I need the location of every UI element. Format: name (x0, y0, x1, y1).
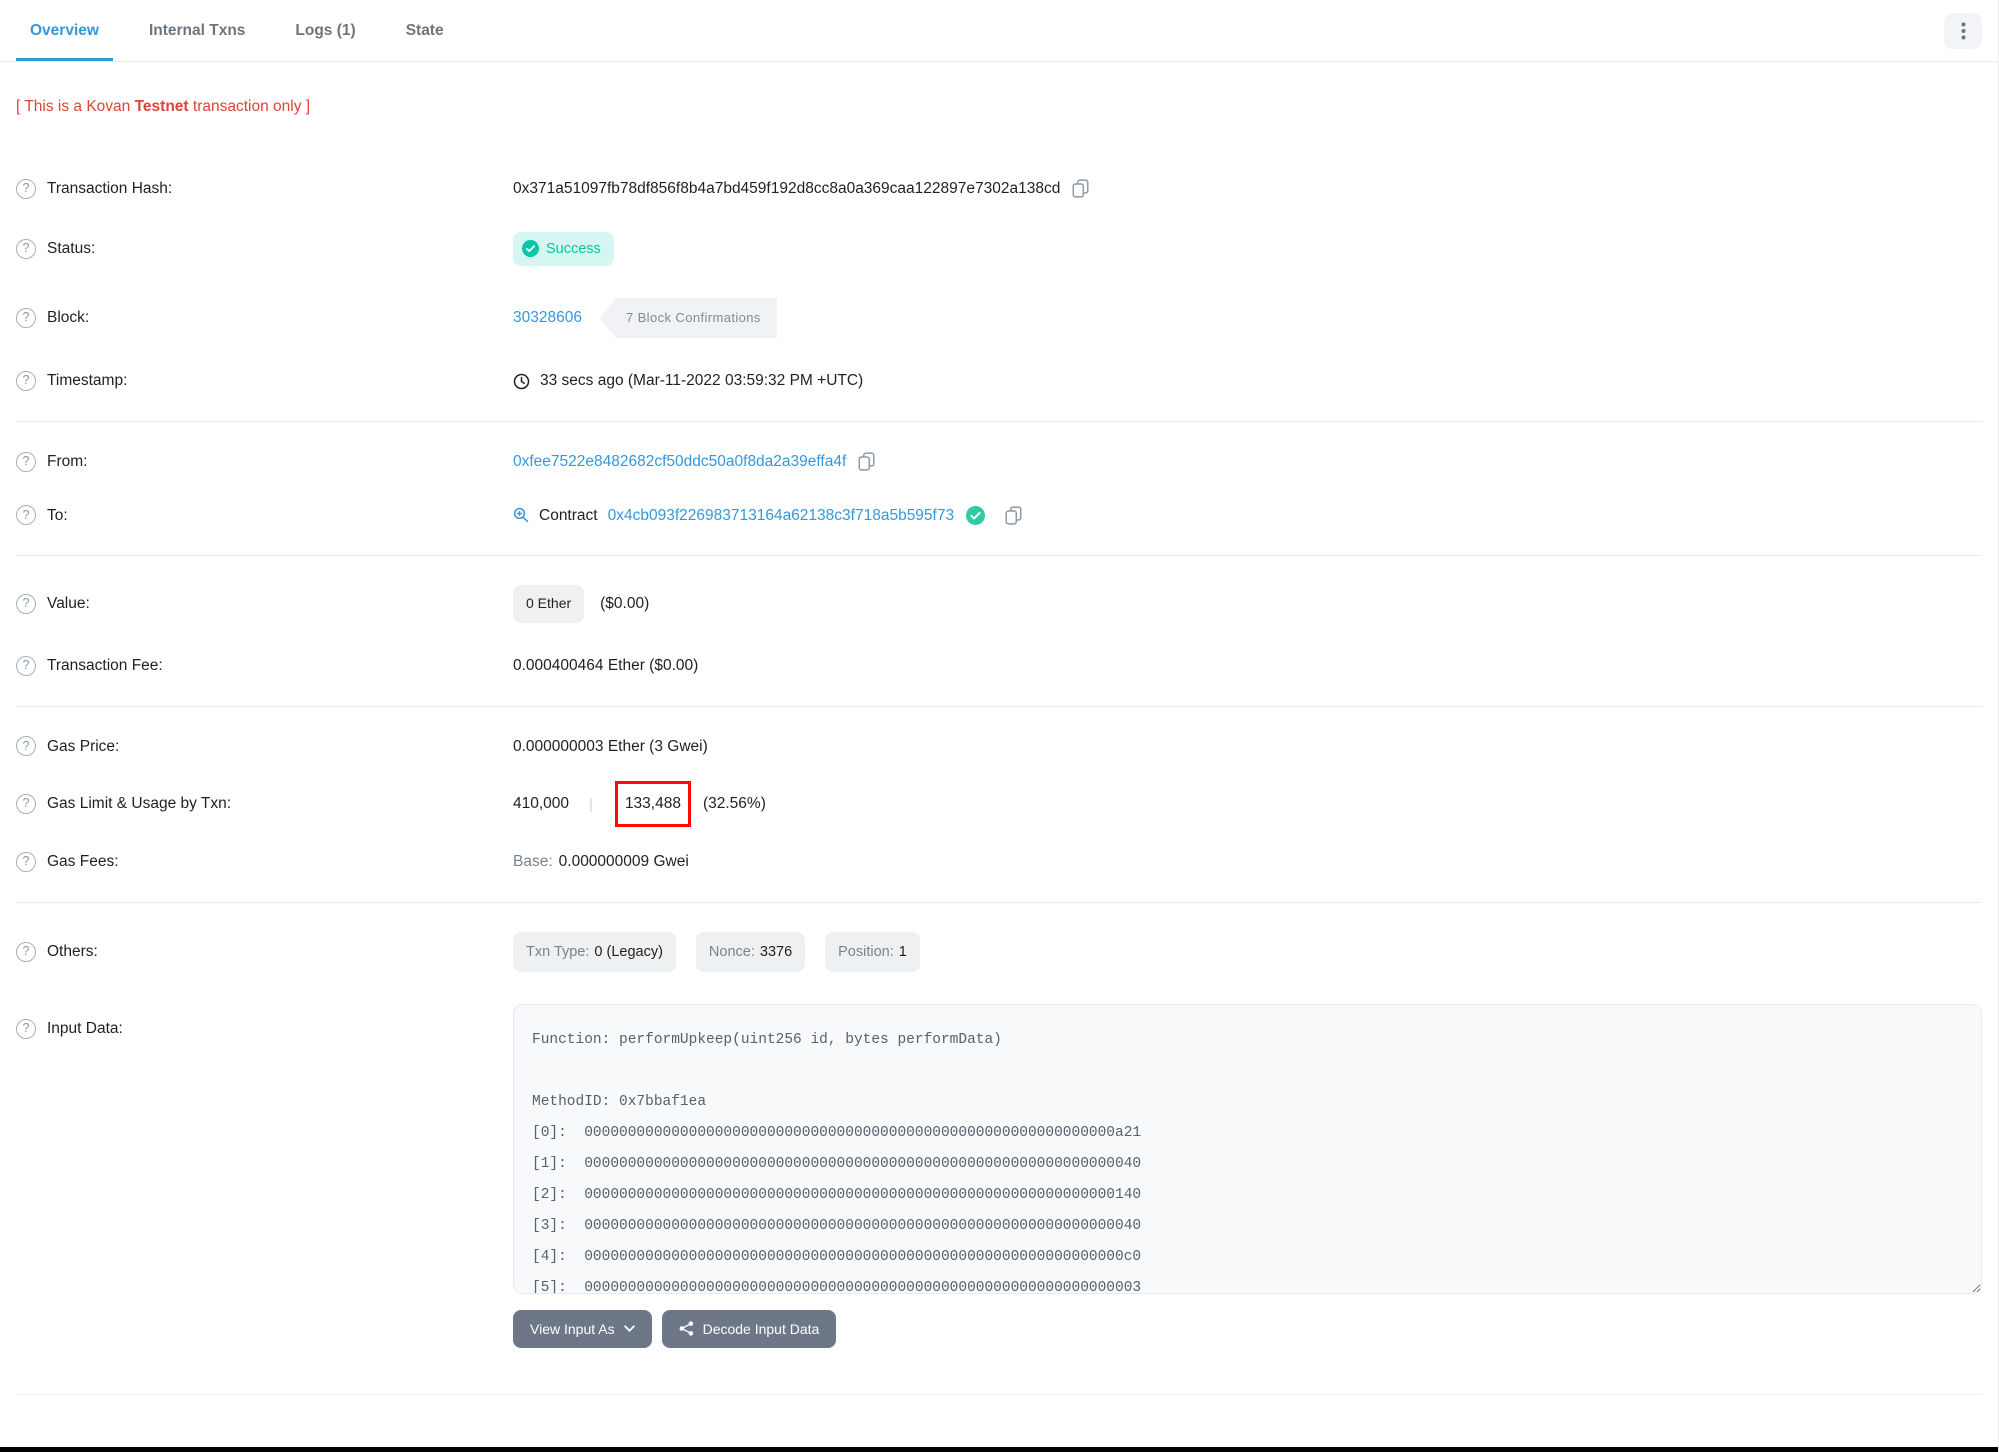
status-label: Status: (47, 239, 96, 257)
to-label: To: (47, 506, 68, 524)
help-icon[interactable] (16, 451, 36, 472)
help-icon[interactable] (16, 505, 36, 526)
kebab-menu-button[interactable] (1944, 12, 1982, 49)
card-body: [ This is a Kovan Testnet transaction on… (0, 62, 1998, 1395)
section-divider (16, 705, 1982, 707)
tab-overview[interactable]: Overview (16, 0, 113, 61)
timestamp-label: Timestamp: (47, 372, 128, 390)
gas-fees-label: Gas Fees: (47, 852, 119, 870)
gas-fees-base-value: 0.000000009 Gwei (558, 852, 689, 870)
input-data-actions: View Input As Decode Input Data (513, 1309, 837, 1348)
txn-type-badge: Txn Type: 0 (Legacy) (513, 931, 676, 972)
timestamp-value: 33 secs ago (Mar-11-2022 03:59:32 PM +UT… (540, 372, 864, 390)
pipe-separator: | (589, 795, 593, 813)
decode-icon (679, 1321, 694, 1336)
chevron-down-icon (623, 1325, 635, 1333)
tab-internal-txns[interactable]: Internal Txns (135, 0, 259, 61)
tab-state[interactable]: State (392, 0, 458, 61)
help-icon[interactable] (16, 794, 36, 815)
help-icon[interactable] (16, 851, 36, 872)
block-label: Block: (47, 309, 90, 327)
nonce-badge: Nonce: 3376 (695, 931, 806, 972)
transaction-hash-value: 0x371a51097fb78df856f8b4a7bd459f192d8cc8… (513, 180, 1061, 197)
help-icon[interactable] (16, 594, 36, 615)
help-icon[interactable] (16, 238, 36, 259)
value-label: Value: (47, 595, 90, 613)
block-number-link[interactable]: 30328606 (513, 307, 582, 329)
testnet-notice: [ This is a Kovan Testnet transaction on… (16, 98, 311, 115)
help-icon[interactable] (16, 655, 36, 676)
position-badge: Position: 1 (825, 931, 920, 972)
transaction-details-page: Overview Internal Txns Logs (1) State [ … (0, 0, 1999, 1452)
input-data-textarea[interactable]: Function: performUpkeep(uint256 id, byte… (513, 1003, 1982, 1294)
copy-transaction-hash-button[interactable] (1070, 179, 1091, 198)
view-input-as-button[interactable]: View Input As (513, 1309, 652, 1348)
row-timestamp: Timestamp: 33 secs ago (Mar-11-2022 03:5… (16, 354, 1982, 408)
window-bottom-edge (0, 1447, 1998, 1452)
row-value: Value: 0 Ether ($0.00) (16, 569, 1982, 639)
clock-icon (513, 373, 530, 390)
help-icon[interactable] (16, 178, 36, 199)
input-data-label: Input Data: (47, 1019, 123, 1037)
gas-used-annotation-box: 133,488 (614, 781, 691, 827)
bottom-divider (16, 1393, 1982, 1395)
kebab-icon (1961, 22, 1966, 40)
help-icon[interactable] (16, 736, 36, 757)
row-to: To: Contract 0x4cb093f226983713164a62138… (16, 489, 1982, 543)
check-circle-icon (522, 240, 539, 258)
block-confirmations-badge: 7 Block Confirmations (599, 297, 777, 339)
to-type-label: Contract (539, 506, 598, 524)
copy-icon (858, 452, 875, 471)
row-from: From: 0xfee7522e8482682cf50ddc50a0f8da2a… (16, 435, 1982, 489)
copy-icon (1005, 506, 1022, 525)
transaction-fee-label: Transaction Fee: (47, 656, 163, 674)
section-divider (16, 555, 1982, 557)
verified-check-icon (966, 505, 986, 525)
gas-used-percent: (32.56%) (702, 795, 766, 813)
row-transaction-hash: Transaction Hash: 0x371a51097fb78df856f8… (16, 162, 1982, 216)
transaction-fee-value: 0.000400464 Ether ($0.00) (513, 656, 699, 674)
row-gas-limit-usage: Gas Limit & Usage by Txn: 410,000 | 133,… (16, 773, 1982, 835)
section-divider (16, 420, 1982, 422)
row-gas-fees: Gas Fees: Base: 0.000000009 Gwei (16, 835, 1982, 889)
tab-logs[interactable]: Logs (1) (281, 0, 369, 61)
tab-bar: Overview Internal Txns Logs (1) State (0, 0, 1998, 62)
help-icon[interactable] (16, 1018, 36, 1039)
status-badge: Success (513, 231, 614, 266)
row-transaction-fee: Transaction Fee: 0.000400464 Ether ($0.0… (16, 639, 1982, 693)
transaction-hash-label: Transaction Hash: (47, 180, 173, 197)
section-divider (16, 901, 1982, 903)
copy-from-address-button[interactable] (856, 452, 877, 471)
row-input-data: Input Data: Function: performUpkeep(uint… (16, 988, 1982, 1364)
row-block: Block: 30328606 7 Block Confirmations (16, 282, 1982, 354)
copy-icon (1072, 179, 1089, 198)
from-label: From: (47, 452, 88, 470)
gas-limit-value: 410,000 (513, 795, 570, 813)
value-ether-badge: 0 Ether (513, 585, 585, 623)
gas-limit-label: Gas Limit & Usage by Txn: (47, 795, 232, 813)
others-label: Others: (47, 942, 98, 960)
decode-input-data-button[interactable]: Decode Input Data (661, 1309, 837, 1348)
help-icon[interactable] (16, 308, 36, 329)
row-others: Others: Txn Type:0 (Legacy) Nonce:3376 P… (16, 916, 1982, 988)
gas-price-label: Gas Price: (47, 737, 120, 755)
to-address-link[interactable]: 0x4cb093f226983713164a62138c3f718a5b595f… (608, 505, 955, 527)
row-status: Status: Success (16, 216, 1982, 282)
gas-used-value: 133,488 (624, 795, 681, 813)
copy-to-address-button[interactable] (1003, 506, 1024, 525)
help-icon[interactable] (16, 941, 36, 962)
row-gas-price: Gas Price: 0.000000003 Ether (3 Gwei) (16, 720, 1982, 774)
from-address-link[interactable]: 0xfee7522e8482682cf50ddc50a0f8da2a39effa… (513, 451, 846, 473)
zoom-in-icon[interactable] (513, 507, 529, 523)
help-icon[interactable] (16, 371, 36, 392)
gas-price-value: 0.000000003 Ether (3 Gwei) (513, 737, 708, 755)
value-usd: ($0.00) (600, 595, 650, 613)
gas-fees-base-label: Base: (513, 852, 553, 870)
